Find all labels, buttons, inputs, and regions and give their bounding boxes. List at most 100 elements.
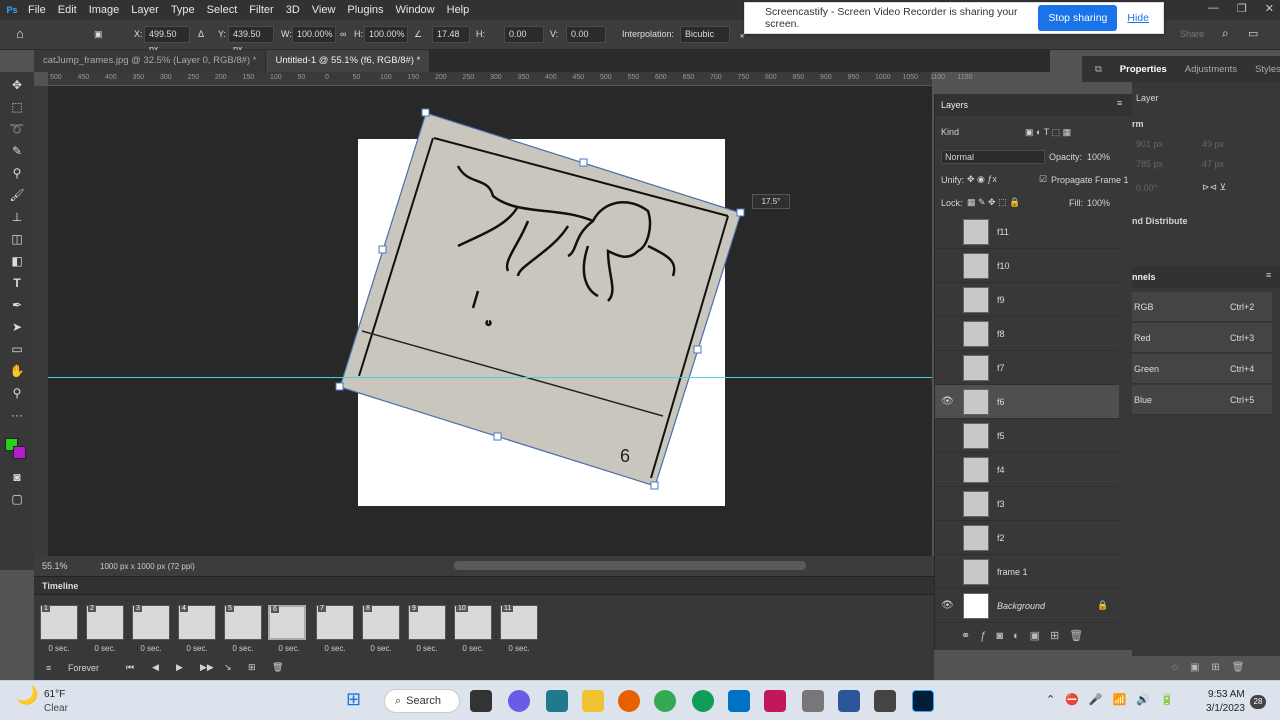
menu-plugins[interactable]: Plugins (341, 4, 389, 16)
stop-sharing-button[interactable]: Stop sharing (1038, 5, 1118, 31)
vskew-field[interactable]: 0.00 (566, 26, 606, 43)
weather-desc[interactable]: Clear (44, 703, 68, 714)
channel-row-blue[interactable]: Blue Ctrl+5 (1132, 385, 1272, 415)
layer-row[interactable]: f3 (935, 487, 1119, 521)
angle-field[interactable]: 17.48 (432, 26, 470, 43)
interpolation-select[interactable]: Bicubic (680, 26, 730, 43)
lock-icons[interactable]: ▦ ✎ ✥ ⬚ 🔒 (967, 197, 1020, 208)
prev-frame-icon[interactable]: ◀ (152, 662, 159, 673)
move-tool-icon[interactable]: ✥ (7, 76, 27, 94)
stamp-tool-icon[interactable]: ⊥ (7, 208, 27, 226)
document-size[interactable]: 1000 px x 1000 px (72 ppi) (100, 562, 195, 571)
layer-row-background[interactable]: 👁 Background 🔒 (935, 589, 1119, 623)
transformed-layer[interactable]: 6 (48, 86, 932, 556)
pen-tool-icon[interactable]: ✒ (7, 296, 27, 314)
home-icon[interactable]: ⌂ (16, 26, 24, 41)
clock-date[interactable]: 3/1/2023 (1206, 703, 1245, 714)
task-view-icon[interactable] (470, 690, 492, 712)
app-badge-icon[interactable] (546, 690, 568, 712)
tab-untitled[interactable]: Untitled-1 @ 55.1% (f6, RGB/8#) * (266, 50, 431, 72)
type-tool-icon[interactable]: T (7, 274, 27, 292)
menu-3d[interactable]: 3D (280, 4, 306, 16)
timeline-frame-10[interactable]: 10 (454, 605, 492, 640)
menu-image[interactable]: Image (83, 4, 126, 16)
gradient-tool-icon[interactable]: ◧ (7, 252, 27, 270)
reference-point-icon[interactable]: ▣ (94, 29, 103, 40)
channels-menu-icon[interactable]: ≡ (1266, 270, 1271, 280)
handle-top-left[interactable] (421, 108, 430, 117)
brush-tool-icon[interactable]: 🖌 (7, 186, 27, 204)
transform-width[interactable]: 901 px (1136, 139, 1163, 149)
menu-type[interactable]: Type (165, 4, 201, 16)
handle-bottom[interactable] (493, 432, 502, 441)
frame-delay[interactable]: 0 sec. (358, 644, 404, 653)
timeline-frame-8[interactable]: 8 (362, 605, 400, 640)
app-icon-2[interactable] (874, 690, 896, 712)
next-frame-icon[interactable]: ▶▶ (200, 662, 214, 673)
fill-field[interactable]: 100% (1087, 198, 1110, 208)
canvas-area[interactable]: 6 17.5° (48, 86, 932, 556)
filter-icons[interactable]: ▣ ◐ T ⬚ ▦ (1025, 127, 1071, 138)
frame-delay[interactable]: 0 sec. (128, 644, 174, 653)
menu-select[interactable]: Select (201, 4, 244, 16)
timeline-frame-4[interactable]: 4 (178, 605, 216, 640)
zoom-level[interactable]: 55.1% (42, 561, 68, 571)
play-icon[interactable]: ▶ (176, 662, 183, 673)
chrome-profile-icon[interactable] (692, 690, 714, 712)
hide-banner-link[interactable]: Hide (1127, 12, 1149, 24)
frame-delay[interactable]: 0 sec. (220, 644, 266, 653)
notification-badge[interactable]: 28 (1250, 695, 1266, 709)
frame-delay[interactable]: 0 sec. (496, 644, 542, 653)
x-field[interactable]: 499.50 px (144, 26, 190, 54)
layer-row[interactable]: f8 (935, 317, 1119, 351)
handle-bottom-left[interactable] (335, 382, 344, 391)
timeline-frame-7[interactable]: 7 (316, 605, 354, 640)
handle-bottom-right[interactable] (650, 481, 659, 490)
channels-title[interactable]: nnels (1132, 272, 1156, 282)
firefox-icon[interactable] (618, 690, 640, 712)
layer-footer-icons[interactable]: ⚭ƒ◙◐▣⊞🗑 (961, 629, 1093, 642)
menu-view[interactable]: View (306, 4, 342, 16)
chrome-icon[interactable] (654, 690, 676, 712)
unify-icons[interactable]: ✥ ◉ ƒx (967, 174, 997, 185)
horizontal-guide[interactable] (48, 377, 932, 378)
layer-row-selected[interactable]: 👁 f6 (935, 385, 1119, 419)
delete-frame-icon[interactable]: 🗑 (272, 662, 283, 673)
tween-icon[interactable]: ↘ (224, 662, 232, 673)
outlook-icon[interactable] (728, 690, 750, 712)
hand-tool-icon[interactable]: ✋ (7, 362, 27, 380)
horizontal-scrollbar[interactable] (454, 561, 806, 570)
visibility-eye-icon[interactable]: 👁 (941, 396, 954, 407)
layer-row[interactable]: f5 (935, 419, 1119, 453)
creative-cloud-icon[interactable] (764, 690, 786, 712)
handle-left[interactable] (378, 245, 387, 254)
timeline-frame-11[interactable]: 11 (500, 605, 538, 640)
start-icon[interactable]: ⊞ (346, 689, 361, 710)
frame-delay[interactable]: 0 sec. (36, 644, 82, 653)
link-icon[interactable]: ∞ (340, 29, 346, 39)
app-icon[interactable] (802, 690, 824, 712)
close-icon[interactable]: ✕ (1265, 2, 1274, 15)
transform-x[interactable]: 49 px (1202, 139, 1224, 149)
photoshop-logo[interactable]: Ps (2, 0, 22, 20)
menu-filter[interactable]: Filter (243, 4, 279, 16)
timeline-frame-2[interactable]: 2 (86, 605, 124, 640)
timeline-frame-6[interactable]: 6 (268, 605, 306, 640)
frame-delay[interactable]: 0 sec. (82, 644, 128, 653)
y-field[interactable]: 439.50 px (228, 26, 274, 54)
word-icon[interactable] (838, 690, 860, 712)
taskbar-search[interactable]: ⌕ Search (384, 689, 460, 713)
more-tools-icon[interactable]: ··· (7, 406, 27, 424)
panel-dock-icon[interactable]: ⧉ (1086, 64, 1111, 75)
channel-row-green[interactable]: Green Ctrl+4 (1132, 354, 1272, 384)
channel-row-rgb[interactable]: RGB Ctrl+2 (1132, 292, 1272, 322)
teams-icon[interactable] (508, 690, 530, 712)
menu-window[interactable]: Window (390, 4, 441, 16)
menu-layer[interactable]: Layer (125, 4, 165, 16)
frame-delay[interactable]: 0 sec. (404, 644, 450, 653)
panel-menu-icon[interactable]: ≡ (1117, 98, 1122, 108)
layer-row[interactable]: f10 (935, 249, 1119, 283)
system-tray-icons[interactable]: ⌃⛔🎤📶🔊🔋 (1046, 693, 1184, 706)
tab-properties[interactable]: Properties (1111, 64, 1176, 75)
tab-styles[interactable]: Styles (1246, 64, 1280, 75)
